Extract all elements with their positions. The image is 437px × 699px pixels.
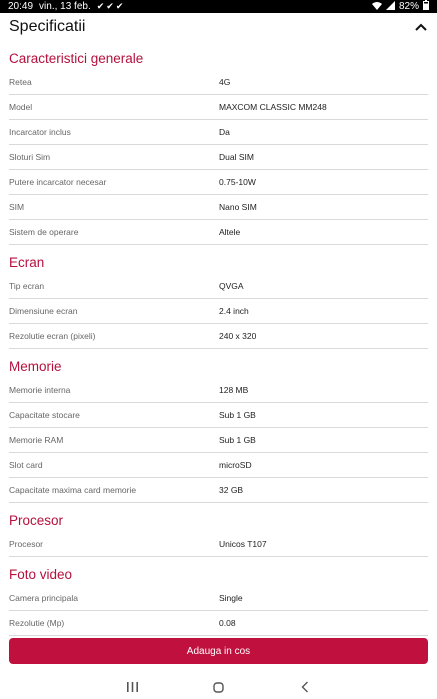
spec-row: Putere incarcator necesar 0.75-10W [9,170,428,195]
spec-label: Rezolutie (Mp) [9,618,65,628]
spec-label: Memorie RAM [9,435,64,445]
spec-value: MAXCOM CLASSIC MM248 [219,102,327,112]
spec-label: Memorie interna [9,385,71,395]
spec-value: 0.08 [219,618,236,628]
page-title: Specificatii [9,18,86,35]
spec-label: Procesor [9,539,44,549]
add-to-cart-button[interactable]: Adauga in cos [9,638,428,664]
spec-label: Model [9,102,33,112]
home-icon[interactable] [212,680,226,694]
spec-value: Sub 1 GB [219,410,256,420]
spec-label: Sloturi Sim [9,152,51,162]
spec-value: Altele [219,227,241,237]
spec-value: Dual SIM [219,152,254,162]
spec-row: Incarcator inclus Da [9,120,428,145]
check-icon: ✔ [96,1,105,11]
spec-row: Dimensiune ecran 2.4 inch [9,299,428,324]
spec-value: Single [219,593,243,603]
recents-icon[interactable] [126,680,140,694]
spec-value: 2.4 inch [219,306,249,316]
battery-icon [423,0,429,13]
status-time: 20:49 [8,1,34,12]
spec-label: Dimensiune ecran [9,306,78,316]
spec-row: Memorie interna 128 MB [9,378,428,403]
spec-row: Memorie RAM Sub 1 GB [9,428,428,453]
spec-label: Rezolutie ecran (pixeli) [9,331,96,341]
spec-value: Da [219,127,230,137]
section-title: Procesor [9,512,64,528]
spec-row: Procesor Unicos T107 [9,532,428,557]
spec-value: 128 MB [219,385,249,395]
spec-value: Unicos T107 [219,539,267,549]
specifications-list: Caracteristici generale Retea 4G Model MAXCO… [0,46,437,661]
notification-icons: ✔ ✔ ✔ [97,1,124,12]
wifi-icon [371,1,382,13]
status-bar: 20:49 vin., 13 feb. ✔ ✔ ✔ 82% [0,0,437,13]
spec-row: Sloturi Sim Dual SIM [9,145,428,170]
spec-label: Tip ecran [9,281,45,291]
chevron-up-icon[interactable] [414,20,428,34]
section-title: Memorie [9,358,62,374]
spec-value: Sub 1 GB [219,435,256,445]
check-icon: ✔ [115,1,124,11]
spec-label: Putere incarcator necesar [9,177,107,187]
spec-row: Capacitate maxima card memorie 32 GB [9,478,428,503]
section-title: Foto video [9,566,73,582]
spec-label: Camera principala [9,593,78,603]
spec-row: Model MAXCOM CLASSIC MM248 [9,95,428,120]
spec-value: 0.75-10W [219,177,256,187]
spec-value: 240 x 320 [219,331,257,341]
section-title: Ecran [9,254,45,270]
spec-value: QVGA [219,281,244,291]
spec-value: Nano SIM [219,202,257,212]
system-navigation-bar [0,675,437,699]
spec-value: 4G [219,77,231,87]
spec-row: Camera principala Single [9,586,428,611]
spec-row: Rezolutie (Mp) 0.08 [9,611,428,636]
spec-label: Capacitate stocare [9,410,80,420]
spec-value: 32 GB [219,485,244,495]
spec-row: Rezolutie ecran (pixeli) 240 x 320 [9,324,428,349]
spec-row: Retea 4G [9,70,428,95]
spec-row: Tip ecran QVGA [9,274,428,299]
spec-value: microSD [219,460,252,470]
spec-label: Incarcator inclus [9,127,71,137]
status-date: vin., 13 feb. [39,1,91,12]
spec-label: SIM [9,202,25,212]
back-icon[interactable] [298,680,312,694]
specifications-header[interactable]: Specificatii [0,13,437,41]
signal-icon [385,0,395,13]
spec-row: SIM Nano SIM [9,195,428,220]
spec-row: Slot card microSD [9,453,428,478]
spec-row: Sistem de operare Altele [9,220,428,245]
section-title: Caracteristici generale [9,50,144,66]
spec-row: Capacitate stocare Sub 1 GB [9,403,428,428]
spec-label: Slot card [9,460,43,470]
spec-label: Retea [9,77,32,87]
check-icon: ✔ [106,1,114,11]
battery-text: 82% [398,1,419,12]
spec-label: Sistem de operare [9,227,79,237]
spec-label: Capacitate maxima card memorie [9,485,137,495]
